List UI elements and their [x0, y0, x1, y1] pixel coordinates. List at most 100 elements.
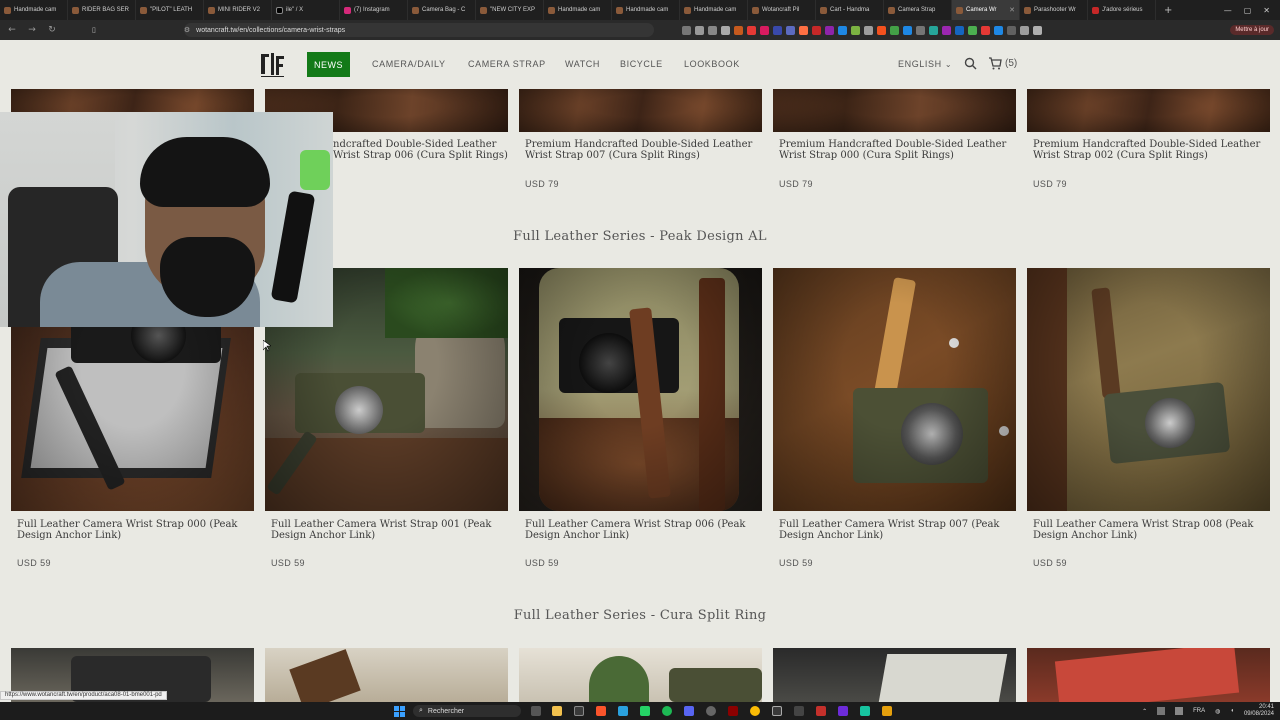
browser-tab[interactable]: Handmade cam — [612, 0, 680, 20]
extension-icon[interactable] — [890, 25, 899, 35]
extension-icon[interactable] — [981, 25, 990, 35]
reload-icon[interactable]: ↻ — [46, 25, 58, 35]
nav-camera-strap[interactable]: CAMERA STRAP — [468, 59, 546, 69]
obs-icon[interactable] — [706, 706, 716, 716]
volume-icon[interactable]: ◖ — [1230, 708, 1234, 714]
extension-icon[interactable] — [708, 25, 717, 35]
app-icon[interactable] — [772, 706, 782, 716]
chrome-icon[interactable] — [750, 706, 760, 716]
extension-icon[interactable] — [955, 25, 964, 35]
product-title[interactable]: ndcrafted Double-Sided Leather Wrist Str… — [333, 139, 508, 161]
extension-icon[interactable] — [851, 25, 860, 35]
browser-tab[interactable]: Camera Bag - C — [408, 0, 476, 20]
discord-icon[interactable] — [684, 706, 694, 716]
news-button[interactable]: NEWS — [307, 52, 350, 77]
browser-tab-active[interactable]: Camera Wr ✕ — [952, 0, 1020, 20]
extension-icon[interactable] — [747, 25, 756, 35]
product-image[interactable] — [519, 648, 762, 702]
browser-tab[interactable]: RIDER BAG SER — [68, 0, 136, 20]
browser-tab[interactable]: "PILOT" LEATH — [136, 0, 204, 20]
extension-icon[interactable] — [734, 25, 743, 35]
nav-lookbook[interactable]: LOOKBOOK — [684, 59, 740, 69]
browser-tab[interactable]: Cart - Handma — [816, 0, 884, 20]
wotancraft-logo[interactable] — [258, 50, 286, 78]
app-icon[interactable] — [728, 706, 738, 716]
search-icon[interactable] — [964, 57, 977, 70]
product-image[interactable] — [1027, 648, 1270, 702]
task-view-icon[interactable] — [531, 706, 541, 716]
product-title[interactable]: Full Leather Camera Wrist Strap 000 (Pea… — [17, 519, 257, 541]
extension-icon[interactable] — [903, 25, 912, 35]
update-browser-button[interactable]: Mettre à jour — [1230, 25, 1274, 35]
extension-icon[interactable] — [1033, 25, 1042, 35]
whatsapp-icon[interactable] — [640, 706, 650, 716]
browser-tab[interactable]: Camera Strap — [884, 0, 952, 20]
browser-tab[interactable]: MINI RIDER V2 — [204, 0, 272, 20]
app-icon[interactable] — [794, 706, 804, 716]
browser-tab[interactable]: Wotancraft Pil — [748, 0, 816, 20]
app-icon[interactable] — [838, 706, 848, 716]
browser-tab[interactable]: Handmade cam — [0, 0, 68, 20]
windows-start-icon[interactable] — [394, 706, 405, 717]
extension-icon[interactable] — [929, 25, 938, 35]
minimize-icon[interactable]: — — [1224, 6, 1232, 15]
spotify-icon[interactable] — [662, 706, 672, 716]
clock[interactable]: 20:41 09/08/2024 — [1244, 704, 1274, 718]
extension-icon[interactable] — [799, 25, 808, 35]
product-image[interactable] — [773, 89, 1016, 132]
forward-icon[interactable]: → — [26, 25, 38, 35]
product-title[interactable]: Full Leather Camera Wrist Strap 008 (Pea… — [1033, 519, 1273, 541]
product-title[interactable]: Full Leather Camera Wrist Strap 006 (Pea… — [525, 519, 765, 541]
extension-icon[interactable] — [916, 25, 925, 35]
browser-tab[interactable]: Handmade cam — [680, 0, 748, 20]
app-icon[interactable] — [1157, 707, 1166, 715]
site-info-icon[interactable]: ⚙ — [184, 26, 190, 34]
product-image[interactable] — [265, 648, 508, 702]
extension-icon[interactable] — [877, 25, 886, 35]
close-window-icon[interactable]: ✕ — [1263, 6, 1270, 15]
browser-tab[interactable]: "NEW CITY EXP — [476, 0, 544, 20]
back-icon[interactable]: ← — [6, 25, 18, 35]
url-bar[interactable]: ▯ ⚙ wotancraft.tw/en/collections/camera-… — [92, 23, 654, 37]
product-image[interactable] — [773, 268, 1016, 511]
extension-icon[interactable] — [942, 25, 951, 35]
language-selector[interactable]: ENGLISH ⌄ — [898, 59, 952, 69]
store-icon[interactable] — [574, 706, 584, 716]
extension-icon[interactable] — [994, 25, 1003, 35]
extension-icon[interactable] — [786, 25, 795, 35]
cart-count[interactable]: (5) — [1005, 58, 1017, 69]
product-title[interactable]: Premium Handcrafted Double-Sided Leather… — [525, 139, 765, 161]
maximize-icon[interactable]: ▢ — [1244, 6, 1252, 15]
chevron-up-icon[interactable]: ⌃ — [1142, 708, 1147, 715]
close-icon[interactable]: ✕ — [1009, 6, 1015, 14]
product-image[interactable] — [773, 648, 1016, 702]
bookmark-icon[interactable]: ▯ — [92, 26, 96, 34]
app-icon[interactable] — [1175, 707, 1184, 715]
extension-icon[interactable] — [825, 25, 834, 35]
product-image[interactable] — [519, 89, 762, 132]
app-icon[interactable] — [882, 706, 892, 716]
nav-watch[interactable]: WATCH — [565, 59, 600, 69]
cart-icon[interactable] — [988, 57, 1002, 70]
extension-icon[interactable] — [682, 25, 691, 35]
browser-tab[interactable]: J'adore sérieus — [1088, 0, 1156, 20]
new-tab-icon[interactable]: + — [1156, 5, 1180, 16]
browser-tab[interactable]: (7) Instagram — [340, 0, 408, 20]
extension-icon[interactable] — [1020, 25, 1029, 35]
extension-icon[interactable] — [773, 25, 782, 35]
product-title[interactable]: Premium Handcrafted Double-Sided Leather… — [1033, 139, 1273, 161]
extension-icon[interactable] — [1007, 25, 1016, 35]
extension-icon[interactable] — [968, 25, 977, 35]
browser-tab[interactable]: Parashooter Wr — [1020, 0, 1088, 20]
taskbar-search[interactable]: ⌕ Rechercher — [413, 705, 521, 717]
product-title[interactable]: Full Leather Camera Wrist Strap 001 (Pea… — [271, 519, 511, 541]
extension-icon[interactable] — [838, 25, 847, 35]
nav-bicycle[interactable]: BICYCLE — [620, 59, 663, 69]
product-image[interactable] — [1027, 89, 1270, 132]
brave-icon[interactable] — [596, 706, 606, 716]
product-image[interactable] — [1027, 268, 1270, 511]
extension-icon[interactable] — [721, 25, 730, 35]
app-icon[interactable] — [860, 706, 870, 716]
product-title[interactable]: Premium Handcrafted Double-Sided Leather… — [779, 139, 1019, 161]
nav-camera-daily[interactable]: CAMERA/DAILY — [372, 59, 446, 69]
